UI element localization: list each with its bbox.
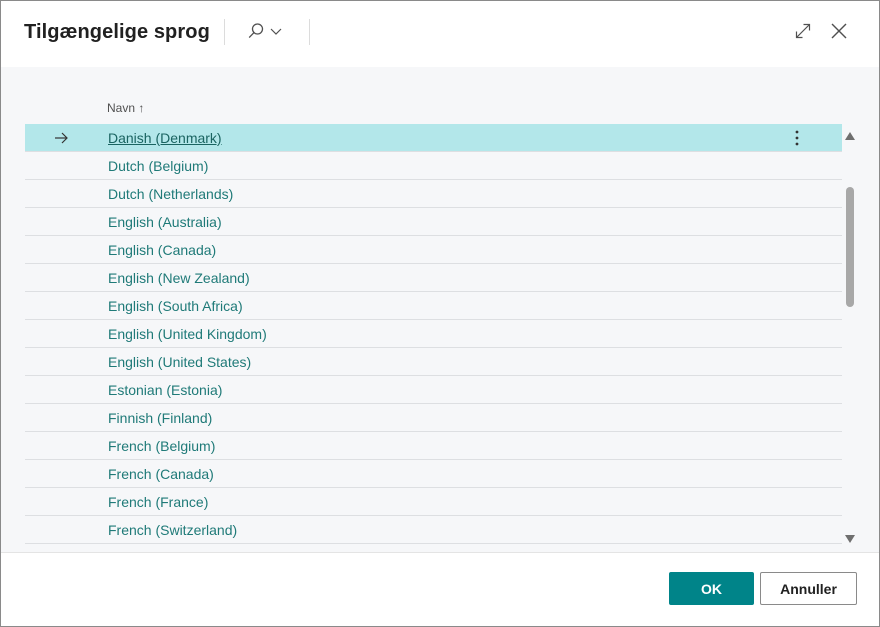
list-item[interactable]: English (Australia) [25, 208, 842, 236]
search-button[interactable] [241, 19, 291, 47]
expand-button[interactable] [789, 19, 817, 47]
dialog-title: Tilgængelige sprog [24, 21, 210, 43]
list-item-label[interactable]: French (Switzerland) [108, 522, 237, 538]
list-item-label[interactable]: English (Australia) [108, 214, 222, 230]
more-options-icon[interactable] [787, 128, 807, 148]
list-item-label[interactable]: English (United Kingdom) [108, 326, 267, 342]
list-item-label[interactable]: Estonian (Estonia) [108, 382, 222, 398]
scroll-up-icon[interactable] [845, 127, 855, 145]
list-item[interactable]: French (Belgium) [25, 432, 842, 460]
dialog-footer: OK Annuller [1, 552, 879, 626]
list-item[interactable]: English (United Kingdom) [25, 320, 842, 348]
list-item-label[interactable]: Finnish (Finland) [108, 410, 212, 426]
list-item-label[interactable]: Dutch (Belgium) [108, 158, 208, 174]
list-item[interactable]: French (Switzerland) [25, 516, 842, 544]
search-icon [247, 22, 265, 45]
list-item[interactable]: English (United States) [25, 348, 842, 376]
close-icon [830, 22, 848, 45]
list-item[interactable]: Danish (Denmark) [25, 124, 842, 152]
list-item[interactable]: English (South Africa) [25, 292, 842, 320]
column-header-name[interactable]: Navn ↑ [107, 101, 144, 115]
ok-button[interactable]: OK [669, 572, 754, 605]
language-list: Danish (Denmark) Dutch (Belgium) Dutch (Ne… [25, 124, 842, 550]
cancel-button[interactable]: Annuller [760, 572, 857, 605]
expand-icon [794, 22, 812, 45]
list-item-label[interactable]: English (United States) [108, 354, 251, 370]
list-item[interactable]: Dutch (Belgium) [25, 152, 842, 180]
list-item-label[interactable]: English (Canada) [108, 242, 216, 258]
languages-dialog: Tilgængelige sprog Navn ↑ Danish (Denmar… [0, 0, 880, 627]
header-divider [224, 19, 225, 45]
list-item-label[interactable]: Danish (Denmark) [108, 130, 222, 146]
list-item[interactable]: Estonian (Estonia) [25, 376, 842, 404]
header-divider [309, 19, 310, 45]
list-item[interactable]: English (New Zealand) [25, 264, 842, 292]
arrow-right-icon [53, 130, 69, 146]
list-item-label[interactable]: French (Canada) [108, 466, 214, 482]
list-item[interactable]: French (Canada) [25, 460, 842, 488]
dialog-header: Tilgængelige sprog [1, 1, 879, 67]
list-area: Navn ↑ Danish (Denmark) Dutch (Belgium) Du… [1, 67, 879, 552]
sort-ascending-indicator: ↑ [138, 101, 145, 115]
list-item-label[interactable]: French (France) [108, 494, 208, 510]
list-item[interactable]: Finnish (Finland) [25, 404, 842, 432]
list-item-label[interactable]: Dutch (Netherlands) [108, 186, 233, 202]
scrollbar-thumb[interactable] [846, 187, 854, 307]
list-item[interactable]: French (France) [25, 488, 842, 516]
vertical-scrollbar[interactable] [843, 124, 857, 551]
list-item-label[interactable]: English (New Zealand) [108, 270, 250, 286]
list-item[interactable] [25, 544, 842, 550]
chevron-down-icon [269, 24, 283, 43]
list-item-label[interactable]: English (South Africa) [108, 298, 243, 314]
column-header-label: Navn [107, 101, 136, 115]
list-item[interactable]: English (Canada) [25, 236, 842, 264]
close-button[interactable] [825, 19, 853, 47]
scroll-down-icon[interactable] [845, 530, 855, 548]
list-item[interactable]: Dutch (Netherlands) [25, 180, 842, 208]
list-item-label[interactable]: French (Belgium) [108, 438, 215, 454]
